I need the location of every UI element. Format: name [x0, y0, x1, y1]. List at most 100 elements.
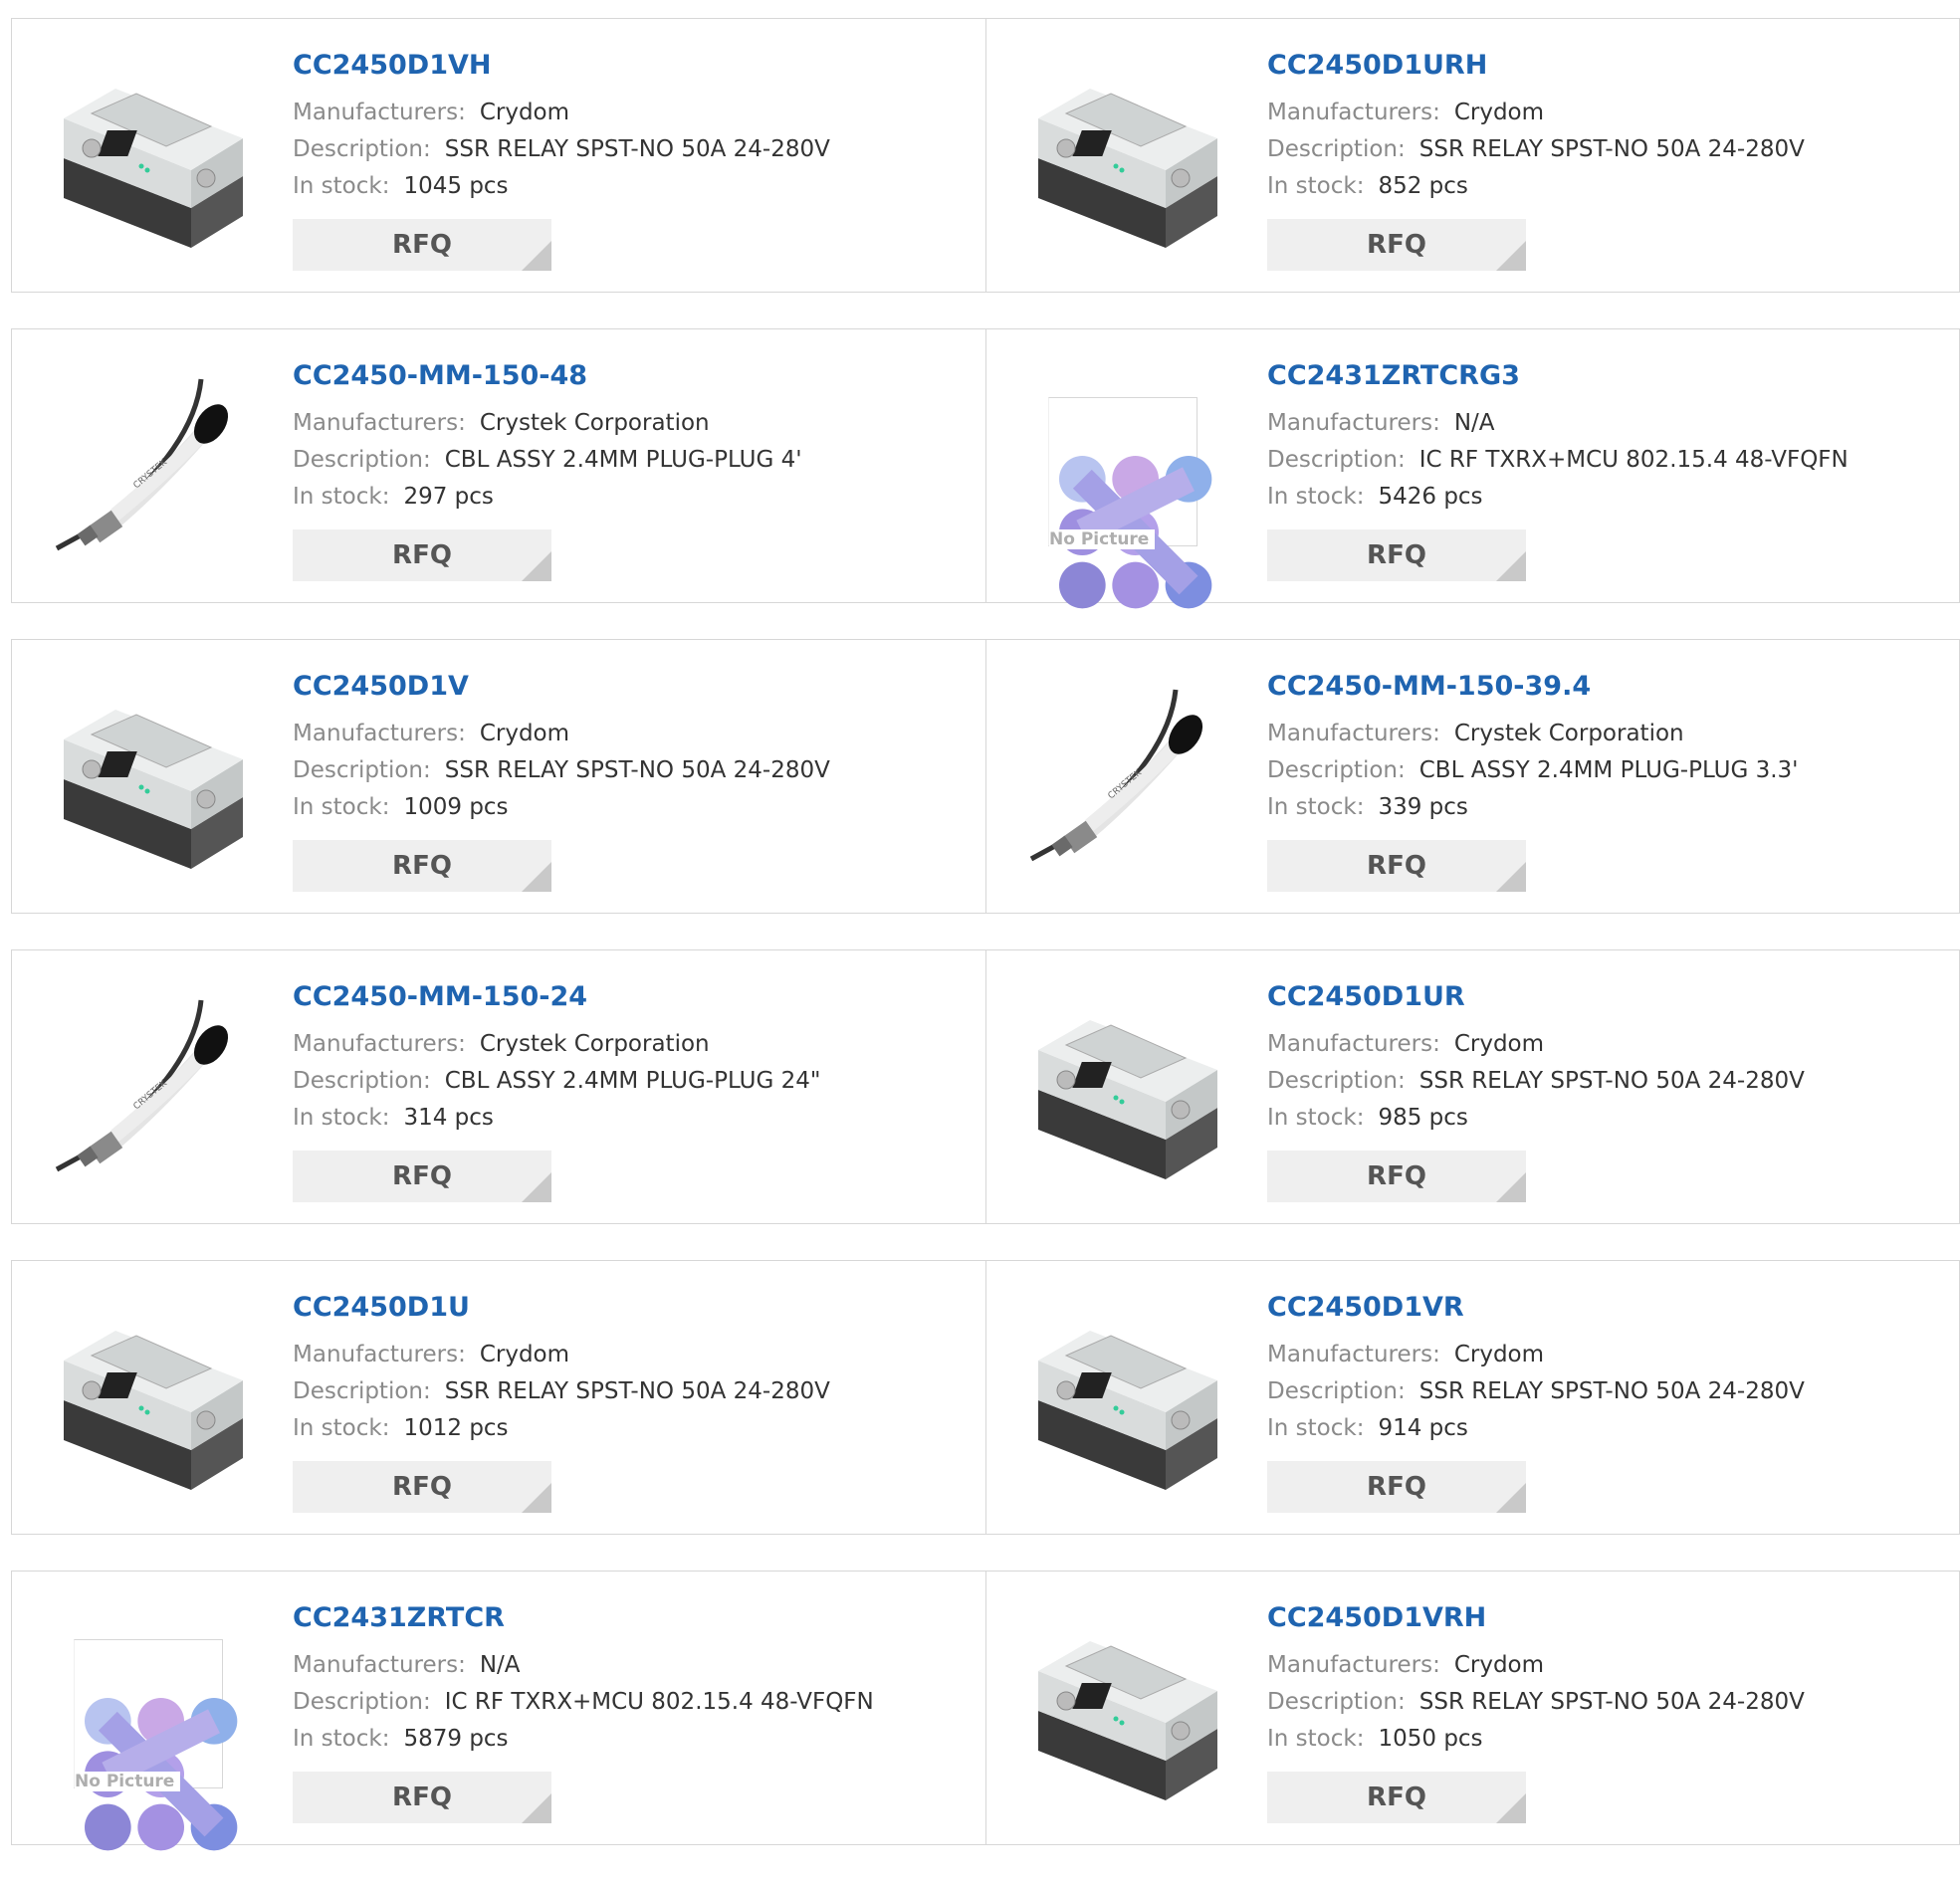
stock-value: 914 pcs: [1378, 1415, 1468, 1441]
rfq-button[interactable]: RFQ: [1267, 1461, 1526, 1513]
part-number-link[interactable]: CC2450D1VH: [293, 49, 966, 83]
rfq-button[interactable]: RFQ: [1267, 219, 1526, 271]
product-info: CC2450D1VRH Manufacturers: Crydom Descrip…: [1267, 1601, 1939, 1823]
manufacturer-line: Manufacturers: N/A: [1267, 405, 1939, 442]
stock-value: 5426 pcs: [1378, 484, 1483, 510]
rfq-button[interactable]: RFQ: [293, 840, 551, 892]
product-card: CC2450D1UR Manufacturers: Crydom Descript…: [985, 950, 1959, 1223]
part-number-link[interactable]: CC2450D1UR: [1267, 980, 1939, 1014]
cable-image[interactable]: CRYSTEK: [52, 990, 251, 1189]
manufacturer-value: Crydom: [1453, 1342, 1545, 1367]
rfq-label: RFQ: [392, 230, 452, 260]
product-card: CRYSTEK CC2450-MM-150-24 Manufacturers: C…: [12, 950, 985, 1223]
stock-label: In stock:: [293, 1726, 390, 1752]
rfq-button[interactable]: RFQ: [293, 1461, 551, 1513]
part-number-link[interactable]: CC2450-MM-150-48: [293, 359, 966, 393]
manufacturer-value: N/A: [1453, 410, 1495, 436]
product-info: CC2450D1VH Manufacturers: Crydom Descript…: [293, 49, 966, 271]
product-row: CC2450D1V Manufacturers: Crydom Descripti…: [11, 639, 1960, 914]
rfq-button[interactable]: RFQ: [1267, 1772, 1526, 1823]
relay-image[interactable]: [52, 1301, 251, 1500]
part-number-link[interactable]: CC2431ZRTCR: [293, 1601, 966, 1635]
stock-value: 339 pcs: [1378, 794, 1468, 820]
stock-line: In stock: 339 pcs: [1267, 789, 1939, 826]
manufacturer-line: Manufacturers: Crydom: [1267, 95, 1939, 131]
rfq-label: RFQ: [1367, 540, 1426, 570]
manufacturer-value: Crystek Corporation: [479, 410, 710, 436]
relay-image[interactable]: [1026, 990, 1225, 1189]
no-picture-label: No Picture: [1049, 529, 1156, 549]
stock-line: In stock: 5879 pcs: [293, 1721, 966, 1758]
stock-line: In stock: 314 pcs: [293, 1100, 966, 1137]
manufacturer-line: Manufacturers: Crystek Corporation: [1267, 716, 1939, 752]
cable-image[interactable]: CRYSTEK: [1026, 680, 1225, 879]
manufacturer-label: Manufacturers:: [1267, 100, 1440, 125]
description-line: Description: SSR RELAY SPST-NO 50A 24-280…: [1267, 1063, 1939, 1100]
stock-value: 1009 pcs: [403, 794, 509, 820]
part-number-link[interactable]: CC2450-MM-150-39.4: [1267, 670, 1939, 704]
stock-line: In stock: 5426 pcs: [1267, 479, 1939, 516]
manufacturer-value: Crydom: [1453, 100, 1545, 125]
relay-image[interactable]: [52, 680, 251, 879]
product-info: CC2450-MM-150-24 Manufacturers: Crystek C…: [293, 980, 966, 1202]
relay-image[interactable]: [1026, 1301, 1225, 1500]
description-line: Description: SSR RELAY SPST-NO 50A 24-280…: [1267, 1373, 1939, 1410]
rfq-button[interactable]: RFQ: [293, 1772, 551, 1823]
description-line: Description: IC RF TXRX+MCU 802.15.4 48-V…: [293, 1684, 966, 1721]
part-number-link[interactable]: CC2450D1U: [293, 1291, 966, 1325]
stock-line: In stock: 1012 pcs: [293, 1410, 966, 1447]
product-row: CC2450D1VH Manufacturers: Crydom Descript…: [11, 18, 1960, 293]
rfq-corner-decoration: [522, 241, 551, 271]
manufacturer-value: N/A: [479, 1652, 521, 1678]
product-row: CC2450D1U Manufacturers: Crydom Descripti…: [11, 1260, 1960, 1535]
rfq-button[interactable]: RFQ: [1267, 840, 1526, 892]
part-number-link[interactable]: CC2450D1V: [293, 670, 966, 704]
product-card: CRYSTEK CC2450-MM-150-39.4 Manufacturers…: [985, 640, 1959, 913]
manufacturer-value: Crystek Corporation: [479, 1031, 710, 1057]
relay-image[interactable]: [1026, 1611, 1225, 1810]
relay-image[interactable]: [1026, 59, 1225, 258]
description-line: Description: CBL ASSY 2.4MM PLUG-PLUG 24": [293, 1063, 966, 1100]
stock-line: In stock: 914 pcs: [1267, 1410, 1939, 1447]
rfq-button[interactable]: RFQ: [1267, 529, 1526, 581]
rfq-corner-decoration: [522, 551, 551, 581]
part-number-link[interactable]: CC2450D1VR: [1267, 1291, 1939, 1325]
product-row: No Picture CC2431ZRTCR Manufacturers: N/A…: [11, 1571, 1960, 1851]
rfq-button[interactable]: RFQ: [293, 529, 551, 581]
description-label: Description:: [293, 136, 431, 162]
stock-label: In stock:: [1267, 484, 1365, 510]
rfq-button[interactable]: RFQ: [1267, 1151, 1526, 1202]
stock-value: 1045 pcs: [403, 173, 509, 199]
product-card: CRYSTEK CC2450-MM-150-48 Manufacturers: C…: [12, 329, 985, 602]
rfq-corner-decoration: [1496, 1793, 1526, 1823]
stock-value: 314 pcs: [403, 1105, 494, 1131]
rfq-corner-decoration: [522, 1172, 551, 1202]
stock-label: In stock:: [1267, 1105, 1365, 1131]
product-grid: CC2450D1VH Manufacturers: Crydom Descript…: [11, 18, 1960, 1881]
description-label: Description:: [1267, 447, 1406, 473]
no-picture[interactable]: No Picture: [1026, 369, 1225, 609]
no-picture[interactable]: No Picture: [52, 1611, 251, 1851]
product-card: No Picture CC2431ZRTCRG3 Manufacturers: N…: [985, 329, 1959, 609]
description-value: SSR RELAY SPST-NO 50A 24-280V: [1418, 136, 1805, 162]
rfq-button[interactable]: RFQ: [293, 1151, 551, 1202]
part-number-link[interactable]: CC2450D1URH: [1267, 49, 1939, 83]
rfq-corner-decoration: [1496, 1483, 1526, 1513]
manufacturer-label: Manufacturers:: [1267, 1652, 1440, 1678]
rfq-label: RFQ: [1367, 1472, 1426, 1502]
no-picture-placeholder: No Picture: [74, 1639, 238, 1851]
description-line: Description: IC RF TXRX+MCU 802.15.4 48-V…: [1267, 442, 1939, 479]
description-line: Description: CBL ASSY 2.4MM PLUG-PLUG 4': [293, 442, 966, 479]
rfq-label: RFQ: [1367, 230, 1426, 260]
cable-image[interactable]: CRYSTEK: [52, 369, 251, 568]
rfq-button[interactable]: RFQ: [293, 219, 551, 271]
part-number-link[interactable]: CC2450D1VRH: [1267, 1601, 1939, 1635]
rfq-corner-decoration: [522, 1483, 551, 1513]
relay-image[interactable]: [52, 59, 251, 258]
description-line: Description: SSR RELAY SPST-NO 50A 24-280…: [293, 752, 966, 789]
part-number-link[interactable]: CC2431ZRTCRG3: [1267, 359, 1939, 393]
part-number-link[interactable]: CC2450-MM-150-24: [293, 980, 966, 1014]
manufacturer-label: Manufacturers:: [293, 1652, 466, 1678]
description-line: Description: SSR RELAY SPST-NO 50A 24-280…: [293, 131, 966, 168]
product-row: CRYSTEK CC2450-MM-150-48 Manufacturers: C…: [11, 328, 1960, 609]
